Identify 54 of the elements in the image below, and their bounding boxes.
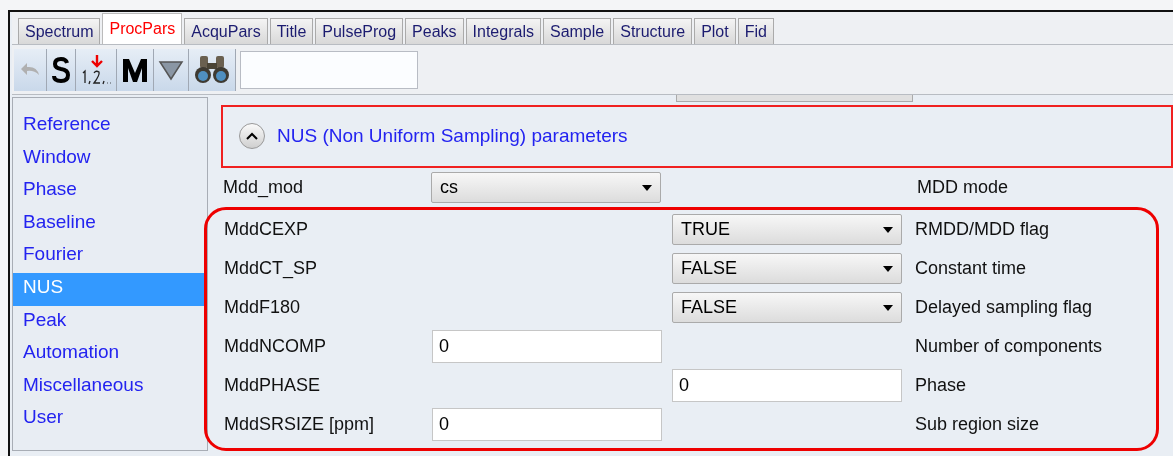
s-icon[interactable]: [47, 48, 76, 91]
tab[interactable]: Fid: [737, 18, 774, 44]
collapse-icon[interactable]: [239, 123, 265, 150]
tab[interactable]: Peaks: [405, 18, 464, 44]
dropdown[interactable]: FALSE: [672, 253, 902, 284]
scrollbar[interactable]: [676, 95, 913, 102]
parameter-name: MddSRSIZE [ppm]: [224, 414, 376, 435]
section-title: NUS (Non Uniform Sampling) parameters: [277, 125, 628, 148]
parameter-description: Delayed sampling flag: [915, 297, 1093, 318]
section-header[interactable]: NUS (Non Uniform Sampling) parameters: [221, 104, 1173, 168]
tab[interactable]: Structure: [613, 18, 693, 44]
parameter-description: Number of components: [915, 336, 1103, 357]
tab[interactable]: Plot: [694, 18, 736, 44]
tab[interactable]: PulseProg: [315, 18, 404, 44]
search-field[interactable]: [240, 50, 418, 89]
parameter-name: MddPHASE: [224, 375, 322, 396]
sidebar-item[interactable]: User: [13, 403, 207, 436]
sidebar-item[interactable]: Baseline: [13, 207, 207, 241]
input-field[interactable]: 0: [432, 408, 662, 441]
caret-icon: [883, 304, 893, 311]
tab[interactable]: ProcPars: [102, 13, 183, 44]
parameter-description: Phase: [915, 375, 967, 396]
parameter-description: RMDD/MDD flag: [915, 219, 1049, 240]
tab[interactable]: Sample: [542, 18, 612, 44]
sidebar-item[interactable]: Fourier: [13, 240, 207, 273]
input-field[interactable]: 0: [432, 330, 662, 363]
tab[interactable]: Spectrum: [18, 18, 101, 44]
sidebar-item[interactable]: Phase: [13, 175, 207, 208]
parameter-name: MddCT_SP: [224, 258, 319, 279]
parameter-name: MddF180: [224, 297, 302, 318]
sidebar-item[interactable]: Peak: [13, 305, 207, 339]
parameter-name: Mdd_mod: [223, 177, 305, 198]
parameter-description: Sub region size: [915, 414, 1040, 435]
sidebar-item[interactable]: Reference: [13, 110, 207, 143]
caret-icon: [883, 265, 893, 272]
tab[interactable]: Integrals: [465, 18, 541, 44]
sidebar-item[interactable]: Miscellaneous: [13, 370, 207, 404]
tab[interactable]: AcquPars: [184, 18, 268, 44]
caret-icon: [642, 184, 652, 191]
dropdown[interactable]: FALSE: [672, 292, 902, 323]
input-field[interactable]: 0: [672, 369, 902, 402]
dropdown[interactable]: TRUE: [672, 214, 902, 245]
parameter-description: MDD mode: [917, 177, 1009, 198]
binoculars-icon[interactable]: [189, 48, 236, 91]
sidebar-item[interactable]: Window: [13, 142, 207, 176]
caret-icon: [883, 226, 893, 233]
dropdown[interactable]: cs: [431, 172, 661, 203]
sidebar-item[interactable]: Automation: [13, 338, 207, 371]
numbering-icon[interactable]: [76, 48, 117, 91]
tab[interactable]: Title: [269, 18, 314, 44]
m-icon[interactable]: [117, 48, 154, 91]
parameter-description: Constant time: [915, 258, 1027, 279]
parameter-name: MddCEXP: [224, 219, 310, 240]
parameter-name: MddNCOMP: [224, 336, 327, 357]
